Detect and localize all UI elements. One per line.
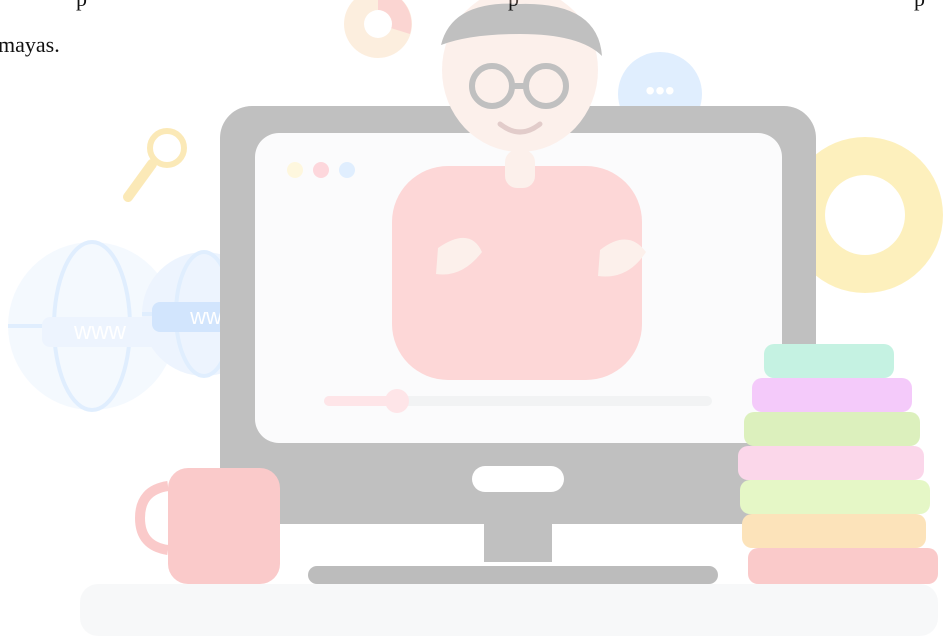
donut-chart-icon xyxy=(344,0,412,58)
mug-icon xyxy=(134,468,280,584)
teacher-avatar xyxy=(392,0,646,380)
desk-surface xyxy=(80,584,938,636)
online-teacher-illustration: www www ••• xyxy=(8,0,943,636)
url-label-left: www xyxy=(73,318,127,345)
chat-dots: ••• xyxy=(645,75,674,106)
books-stack-icon xyxy=(738,344,938,584)
magnifier-icon xyxy=(123,128,187,202)
